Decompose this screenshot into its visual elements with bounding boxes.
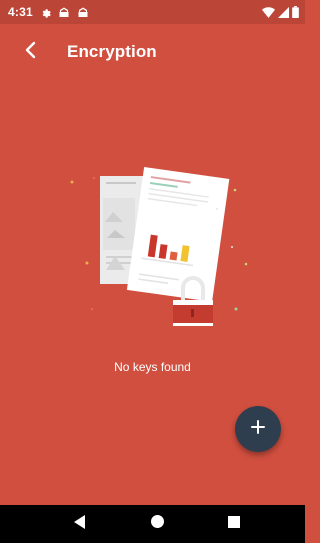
settings-icon bbox=[40, 7, 51, 18]
signal-icon bbox=[278, 6, 289, 18]
wifi-icon bbox=[262, 6, 275, 18]
back-button[interactable] bbox=[16, 38, 44, 66]
empty-state-message: No keys found bbox=[114, 360, 191, 374]
nav-recents-button[interactable] bbox=[224, 514, 244, 534]
status-time: 4:31 bbox=[8, 5, 33, 19]
nav-back-icon bbox=[74, 514, 86, 534]
status-left: 4:31 bbox=[8, 5, 89, 19]
documents-lock-illustration bbox=[65, 160, 255, 340]
notification-icon bbox=[77, 7, 89, 18]
nav-back-button[interactable] bbox=[70, 514, 90, 534]
app-bar: Encryption bbox=[0, 24, 305, 80]
notification-icon bbox=[58, 7, 70, 18]
status-bar: 4:31 bbox=[0, 0, 305, 24]
encryption-screen: 4:31 Encryption No keys found bbox=[0, 0, 305, 543]
add-key-button[interactable] bbox=[235, 406, 281, 452]
battery-icon bbox=[292, 6, 299, 18]
nav-recents-icon bbox=[228, 515, 240, 533]
page-title: Encryption bbox=[67, 42, 157, 61]
front-document bbox=[126, 167, 230, 302]
back-arrow-icon bbox=[23, 41, 37, 64]
navigation-bar bbox=[0, 505, 305, 543]
nav-home-icon bbox=[150, 515, 164, 533]
nav-home-button[interactable] bbox=[147, 514, 167, 534]
status-right bbox=[262, 6, 299, 18]
add-icon bbox=[251, 419, 265, 439]
